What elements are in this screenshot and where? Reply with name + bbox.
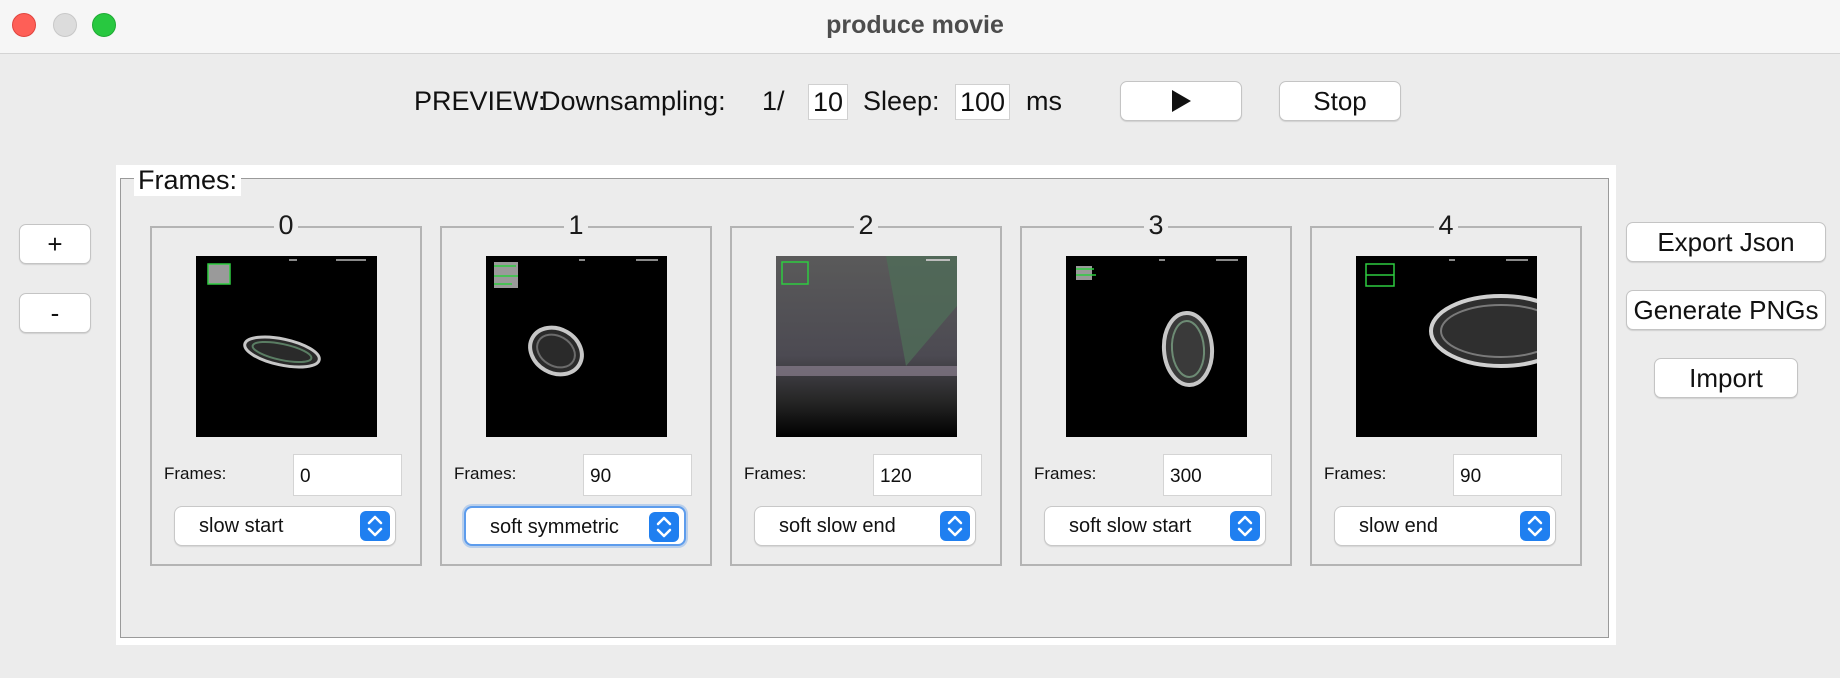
frames-count-label: Frames: bbox=[1324, 464, 1387, 483]
play-button[interactable] bbox=[1120, 81, 1242, 121]
chevron-up-down-icon bbox=[1520, 511, 1550, 541]
frame-index-label: 0 bbox=[274, 210, 298, 240]
frames-count-input[interactable]: 90 bbox=[583, 454, 692, 496]
downsampling-prefix: 1/ bbox=[762, 86, 785, 116]
frame-card-0: 0 Frames: 0 slow start bbox=[150, 210, 422, 566]
title-bar: produce movie bbox=[0, 0, 1840, 54]
window-title: produce movie bbox=[826, 11, 1004, 39]
frames-group-title: Frames: bbox=[134, 165, 242, 196]
frames-count-label: Frames: bbox=[164, 464, 227, 483]
downsampling-input[interactable]: 10 bbox=[808, 84, 848, 120]
frames-count-input[interactable]: 120 bbox=[873, 454, 982, 496]
frames-count-label: Frames: bbox=[744, 464, 807, 483]
frame-card-2: 2 Frames: 120 soft slow end bbox=[730, 210, 1002, 566]
play-icon bbox=[1171, 90, 1191, 112]
export-json-button[interactable]: Export Json bbox=[1626, 222, 1826, 262]
frame-thumbnail bbox=[1356, 256, 1537, 437]
frames-count-input[interactable]: 300 bbox=[1163, 454, 1272, 496]
easing-select-value: soft slow start bbox=[1069, 515, 1192, 537]
sleep-unit-label: ms bbox=[1026, 86, 1062, 116]
sleep-label: Sleep: bbox=[863, 86, 940, 116]
easing-select-value: slow end bbox=[1359, 515, 1438, 537]
chevron-up-down-icon bbox=[360, 511, 390, 541]
stop-button[interactable]: Stop bbox=[1279, 81, 1401, 121]
preview-label: PREVIEW: bbox=[414, 86, 546, 116]
add-frame-button[interactable]: + bbox=[19, 224, 91, 264]
frame-thumbnail bbox=[1066, 256, 1247, 437]
frames-count-label: Frames: bbox=[454, 464, 517, 483]
frame-card-1: 1 Frames: 90 soft symmetric bbox=[440, 210, 712, 566]
easing-select[interactable]: slow start bbox=[174, 506, 396, 546]
frame-index-label: 3 bbox=[1144, 210, 1168, 240]
frame-index-label: 2 bbox=[854, 210, 878, 240]
easing-select-value: soft symmetric bbox=[490, 516, 619, 538]
chevron-up-down-icon bbox=[649, 512, 679, 542]
frame-card-3: 3 Frames: 300 soft slow start bbox=[1020, 210, 1292, 566]
frame-card-4: 4 Frames: 90 slow end bbox=[1310, 210, 1582, 566]
frame-index-label: 4 bbox=[1434, 210, 1458, 240]
frames-count-input[interactable]: 90 bbox=[1453, 454, 1562, 496]
import-button[interactable]: Import bbox=[1654, 358, 1798, 398]
easing-select-value: soft slow end bbox=[779, 515, 896, 537]
easing-select[interactable]: soft symmetric bbox=[464, 506, 686, 546]
frames-count-label: Frames: bbox=[1034, 464, 1097, 483]
easing-select[interactable]: soft slow start bbox=[1044, 506, 1266, 546]
produce-movie-window: produce movie PREVIEW: Downsampling: 1/ … bbox=[0, 0, 1840, 678]
chevron-up-down-icon bbox=[1230, 511, 1260, 541]
frame-thumbnail bbox=[196, 256, 377, 437]
frames-count-input[interactable]: 0 bbox=[293, 454, 402, 496]
easing-select[interactable]: slow end bbox=[1334, 506, 1556, 546]
frame-index-label: 1 bbox=[564, 210, 588, 240]
frame-thumbnail bbox=[486, 256, 667, 437]
chevron-up-down-icon bbox=[940, 511, 970, 541]
sleep-input[interactable]: 100 bbox=[955, 84, 1010, 120]
generate-pngs-button[interactable]: Generate PNGs bbox=[1626, 290, 1826, 330]
frame-thumbnail bbox=[776, 256, 957, 437]
easing-select[interactable]: soft slow end bbox=[754, 506, 976, 546]
remove-frame-button[interactable]: - bbox=[19, 293, 91, 333]
easing-select-value: slow start bbox=[199, 515, 284, 537]
downsampling-label: Downsampling: bbox=[541, 86, 726, 116]
